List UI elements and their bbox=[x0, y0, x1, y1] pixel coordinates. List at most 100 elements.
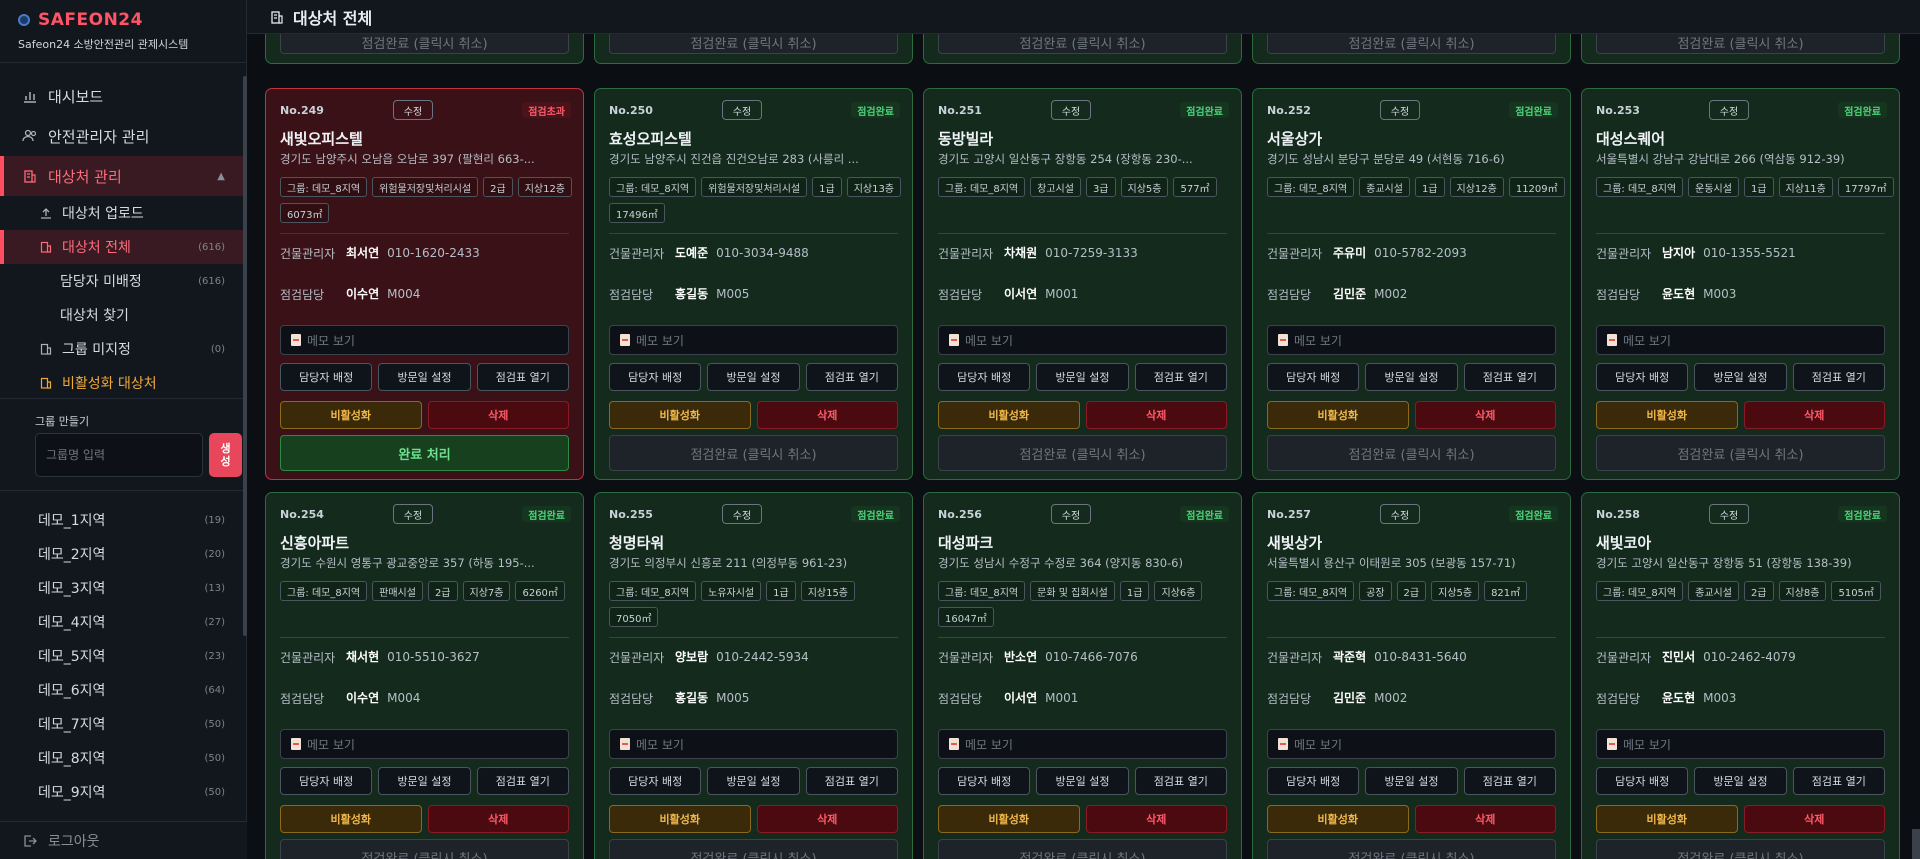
inspection-done-button[interactable]: 점검완료 (클릭시 취소) bbox=[1267, 839, 1556, 859]
open-sheet-button[interactable]: 점검표 열기 bbox=[805, 767, 898, 795]
region-item[interactable]: 데모_7지역 (50) bbox=[0, 707, 247, 741]
memo-button[interactable]: 메모 보기 bbox=[280, 325, 569, 355]
inspection-done-button[interactable]: 점검완료 (클릭시 취소) bbox=[1267, 435, 1556, 471]
visit-date-button[interactable]: 방문일 설정 bbox=[378, 363, 471, 391]
inspection-done-button[interactable]: 점검완료 (클릭시 취소) bbox=[1267, 34, 1556, 54]
inspection-done-button[interactable]: 점검완료 (클릭시 취소) bbox=[280, 839, 569, 859]
open-sheet-button[interactable]: 점검표 열기 bbox=[476, 767, 569, 795]
region-item[interactable]: 데모_4지역 (27) bbox=[0, 605, 247, 639]
memo-button[interactable]: 메모 보기 bbox=[609, 325, 898, 355]
region-item[interactable]: 데모_3지역 (13) bbox=[0, 571, 247, 605]
sub-all-targets[interactable]: 대상처 전체 (616) bbox=[0, 230, 247, 264]
deactivate-button[interactable]: 비활성화 bbox=[1596, 805, 1738, 833]
inspection-done-button[interactable]: 점검완료 (클릭시 취소) bbox=[280, 34, 569, 54]
inspection-done-button[interactable]: 점검완료 (클릭시 취소) bbox=[938, 435, 1227, 471]
region-item[interactable]: 데모_8지역 (50) bbox=[0, 741, 247, 775]
nav-target[interactable]: 대상처 관리 ▲ bbox=[0, 156, 247, 196]
delete-button[interactable]: 삭제 bbox=[1085, 401, 1227, 429]
open-sheet-button[interactable]: 점검표 열기 bbox=[476, 363, 569, 391]
visit-date-button[interactable]: 방문일 설정 bbox=[1036, 363, 1129, 391]
open-sheet-button[interactable]: 점검표 열기 bbox=[1134, 363, 1227, 391]
nav-dashboard[interactable]: 대시보드 bbox=[0, 76, 247, 116]
delete-button[interactable]: 삭제 bbox=[1414, 805, 1556, 833]
visit-date-button[interactable]: 방문일 설정 bbox=[378, 767, 471, 795]
memo-button[interactable]: 메모 보기 bbox=[1596, 729, 1885, 759]
deactivate-button[interactable]: 비활성화 bbox=[1267, 401, 1409, 429]
delete-button[interactable]: 삭제 bbox=[756, 401, 898, 429]
region-item[interactable]: 데모_5지역 (23) bbox=[0, 639, 247, 673]
inspection-done-button[interactable]: 점검완료 (클릭시 취소) bbox=[609, 435, 898, 471]
delete-button[interactable]: 삭제 bbox=[1414, 401, 1556, 429]
delete-button[interactable]: 삭제 bbox=[1743, 401, 1885, 429]
region-item[interactable]: 데모_6지역 (64) bbox=[0, 673, 247, 707]
visit-date-button[interactable]: 방문일 설정 bbox=[1036, 767, 1129, 795]
deactivate-button[interactable]: 비활성화 bbox=[938, 805, 1080, 833]
deactivate-button[interactable]: 비활성화 bbox=[280, 805, 422, 833]
edit-button[interactable]: 수정 bbox=[1051, 100, 1091, 120]
deactivate-button[interactable]: 비활성화 bbox=[938, 401, 1080, 429]
visit-date-button[interactable]: 방문일 설정 bbox=[707, 767, 800, 795]
open-sheet-button[interactable]: 점검표 열기 bbox=[1463, 363, 1556, 391]
edit-button[interactable]: 수정 bbox=[393, 504, 433, 524]
edit-button[interactable]: 수정 bbox=[1709, 504, 1749, 524]
delete-button[interactable]: 삭제 bbox=[1743, 805, 1885, 833]
memo-button[interactable]: 메모 보기 bbox=[280, 729, 569, 759]
deactivate-button[interactable]: 비활성화 bbox=[609, 805, 751, 833]
main-scrollbar[interactable] bbox=[1912, 829, 1920, 859]
sub-find[interactable]: 대상처 찾기 bbox=[0, 298, 247, 332]
edit-button[interactable]: 수정 bbox=[393, 100, 433, 120]
memo-button[interactable]: 메모 보기 bbox=[938, 325, 1227, 355]
edit-button[interactable]: 수정 bbox=[1709, 100, 1749, 120]
inspection-done-button[interactable]: 점검완료 (클릭시 취소) bbox=[938, 34, 1227, 54]
memo-button[interactable]: 메모 보기 bbox=[1596, 325, 1885, 355]
open-sheet-button[interactable]: 점검표 열기 bbox=[1792, 767, 1885, 795]
assign-button[interactable]: 담당자 배정 bbox=[1596, 767, 1689, 795]
region-item[interactable]: 데모_2지역 (20) bbox=[0, 537, 247, 571]
inspection-done-button[interactable]: 점검완료 (클릭시 취소) bbox=[938, 839, 1227, 859]
open-sheet-button[interactable]: 점검표 열기 bbox=[1792, 363, 1885, 391]
inspection-done-button[interactable]: 점검완료 (클릭시 취소) bbox=[609, 34, 898, 54]
delete-button[interactable]: 삭제 bbox=[1085, 805, 1227, 833]
open-sheet-button[interactable]: 점검표 열기 bbox=[1463, 767, 1556, 795]
edit-button[interactable]: 수정 bbox=[1380, 100, 1420, 120]
visit-date-button[interactable]: 방문일 설정 bbox=[1365, 363, 1458, 391]
sub-no-group[interactable]: 그룹 미지정 (0) bbox=[0, 332, 247, 366]
assign-button[interactable]: 담당자 배정 bbox=[938, 363, 1031, 391]
edit-button[interactable]: 수정 bbox=[1380, 504, 1420, 524]
deactivate-button[interactable]: 비활성화 bbox=[609, 401, 751, 429]
region-item[interactable]: 데모_9지역 (50) bbox=[0, 775, 247, 809]
assign-button[interactable]: 담당자 배정 bbox=[1267, 767, 1360, 795]
assign-button[interactable]: 담당자 배정 bbox=[280, 767, 373, 795]
logout-button[interactable]: 로그아웃 bbox=[0, 821, 247, 859]
complete-button[interactable]: 완료 처리 bbox=[280, 435, 569, 471]
edit-button[interactable]: 수정 bbox=[722, 100, 762, 120]
group-name-input[interactable] bbox=[35, 433, 203, 477]
visit-date-button[interactable]: 방문일 설정 bbox=[1694, 767, 1787, 795]
sub-unassigned[interactable]: 담당자 미배정 (616) bbox=[0, 264, 247, 298]
sub-deactivated[interactable]: 비활성화 대상처 bbox=[0, 366, 247, 400]
nav-manager[interactable]: 안전관리자 관리 bbox=[0, 116, 247, 156]
assign-button[interactable]: 담당자 배정 bbox=[609, 363, 702, 391]
memo-button[interactable]: 메모 보기 bbox=[1267, 729, 1556, 759]
deactivate-button[interactable]: 비활성화 bbox=[1596, 401, 1738, 429]
open-sheet-button[interactable]: 점검표 열기 bbox=[805, 363, 898, 391]
visit-date-button[interactable]: 방문일 설정 bbox=[707, 363, 800, 391]
edit-button[interactable]: 수정 bbox=[1051, 504, 1091, 524]
assign-button[interactable]: 담당자 배정 bbox=[609, 767, 702, 795]
delete-button[interactable]: 삭제 bbox=[427, 401, 569, 429]
inspection-done-button[interactable]: 점검완료 (클릭시 취소) bbox=[1596, 435, 1885, 471]
edit-button[interactable]: 수정 bbox=[722, 504, 762, 524]
group-create-button[interactable]: 생성 bbox=[209, 433, 242, 477]
deactivate-button[interactable]: 비활성화 bbox=[1267, 805, 1409, 833]
inspection-done-button[interactable]: 점검완료 (클릭시 취소) bbox=[609, 839, 898, 859]
inspection-done-button[interactable]: 점검완료 (클릭시 취소) bbox=[1596, 34, 1885, 54]
memo-button[interactable]: 메모 보기 bbox=[938, 729, 1227, 759]
visit-date-button[interactable]: 방문일 설정 bbox=[1694, 363, 1787, 391]
sub-upload[interactable]: 대상처 업로드 bbox=[0, 196, 247, 230]
assign-button[interactable]: 담당자 배정 bbox=[1267, 363, 1360, 391]
assign-button[interactable]: 담당자 배정 bbox=[1596, 363, 1689, 391]
open-sheet-button[interactable]: 점검표 열기 bbox=[1134, 767, 1227, 795]
delete-button[interactable]: 삭제 bbox=[756, 805, 898, 833]
memo-button[interactable]: 메모 보기 bbox=[1267, 325, 1556, 355]
region-item[interactable]: 데모_1지역 (19) bbox=[0, 503, 247, 537]
